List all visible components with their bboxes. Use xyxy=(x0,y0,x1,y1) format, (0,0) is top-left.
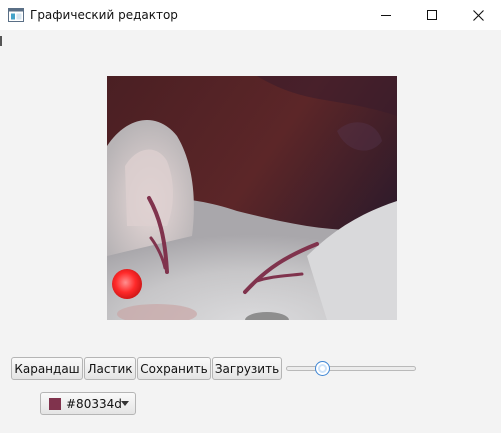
eraser-button[interactable]: Ластик xyxy=(84,357,136,380)
window-edge-mark xyxy=(0,36,2,46)
app-window-icon xyxy=(8,8,24,22)
color-value: #80334d xyxy=(66,397,122,411)
brush-size-slider[interactable] xyxy=(286,366,416,371)
maximize-icon xyxy=(427,10,437,20)
minimize-icon xyxy=(381,15,391,16)
brush-size-slider-thumb[interactable] xyxy=(314,361,330,376)
close-button[interactable] xyxy=(455,0,501,30)
color-picker[interactable]: #80334d xyxy=(40,392,136,415)
pencil-button[interactable]: Карандаш xyxy=(11,357,83,380)
drawing-canvas[interactable] xyxy=(107,76,397,320)
save-button[interactable]: Сохранить xyxy=(137,357,211,380)
title-bar: Графический редактор xyxy=(0,0,501,30)
chevron-down-icon xyxy=(121,401,129,406)
maximize-button[interactable] xyxy=(409,0,455,30)
load-button[interactable]: Загрузить xyxy=(212,357,282,380)
minimize-button[interactable] xyxy=(363,0,409,30)
window-title: Графический редактор xyxy=(30,8,178,22)
color-swatch xyxy=(49,398,61,410)
canvas-image xyxy=(107,76,397,320)
close-icon xyxy=(472,9,484,21)
